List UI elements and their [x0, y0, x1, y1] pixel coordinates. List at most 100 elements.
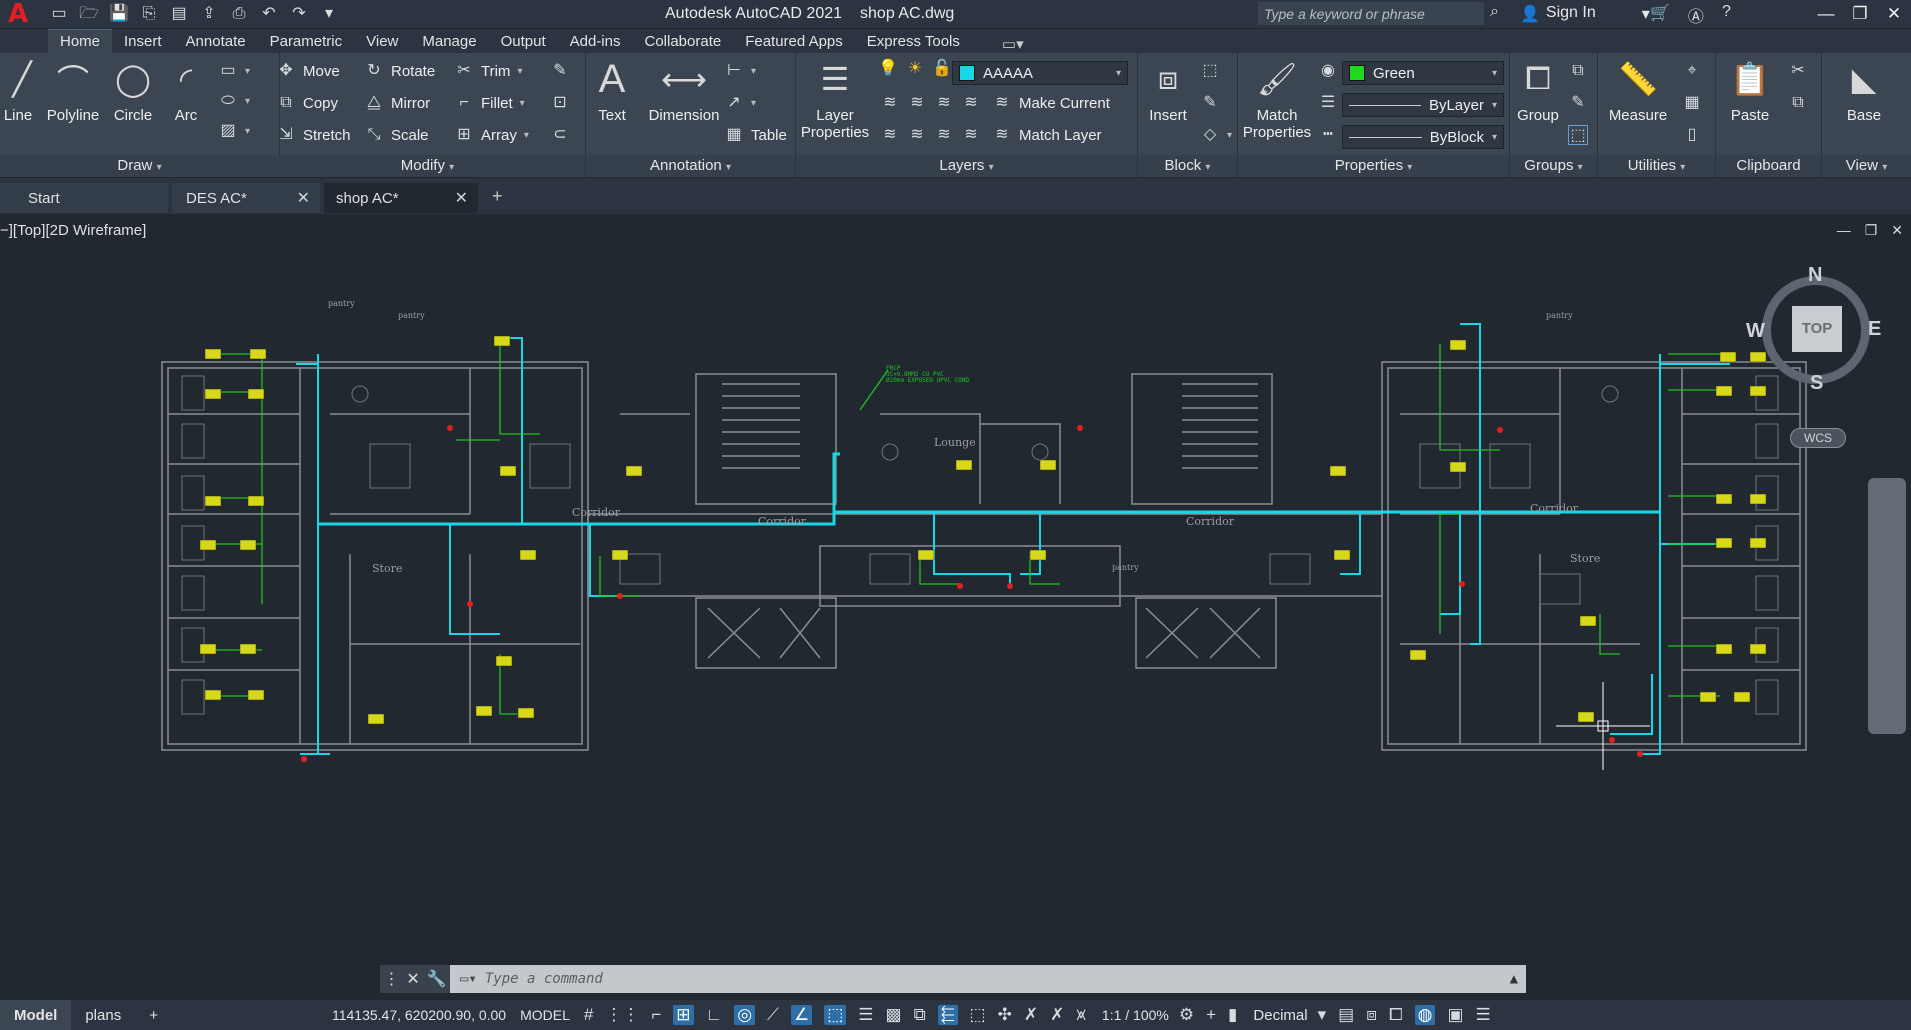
annotation-scale[interactable]: 1:1 / 100%	[1102, 1007, 1169, 1023]
calculator-button[interactable]: ▦	[1682, 93, 1702, 113]
offset-button[interactable]: ⊂	[550, 125, 570, 145]
array-button[interactable]: ⊞ Array ▾	[454, 125, 529, 145]
dimension-button[interactable]: ⟷ Dimension	[642, 57, 726, 124]
sign-in-button[interactable]: 👤 Sign In ▾	[1520, 4, 1650, 24]
leader-button[interactable]: ↗ ▾	[724, 93, 756, 113]
measure-button[interactable]: 📏 Measure	[1604, 57, 1672, 124]
tab-featured-apps[interactable]: Featured Apps	[733, 30, 855, 53]
chevron-down-icon[interactable]: ▾	[1318, 1005, 1327, 1025]
layer-freeze-icon[interactable]: ≋	[934, 93, 954, 113]
cart-icon[interactable]: 🛒	[1650, 3, 1670, 27]
graphics-performance-icon[interactable]: ◍	[1414, 1005, 1436, 1025]
quick-select-button[interactable]: ⌖	[1682, 61, 1702, 81]
ungroup-button[interactable]: ⧉	[1568, 61, 1588, 81]
customization-icon[interactable]: ☰	[1476, 1005, 1491, 1025]
grip-icon[interactable]: ⋮	[383, 969, 399, 989]
circle-button[interactable]: ◯ Circle	[108, 57, 158, 124]
units-dropdown[interactable]: Decimal	[1253, 1007, 1307, 1024]
open-web-icon[interactable]: ▤	[168, 4, 190, 24]
polar-tracking-icon[interactable]: ◎	[734, 1005, 756, 1025]
panel-label-utilities[interactable]: Utilities ▾	[1598, 155, 1715, 177]
block-attribute-button[interactable]: ◇ ▾	[1200, 125, 1232, 145]
paste-button[interactable]: 📋 Paste	[1722, 57, 1778, 124]
tab-collaborate[interactable]: Collaborate	[632, 30, 733, 53]
cut-button[interactable]: ✂	[1788, 61, 1808, 81]
edit-block-button[interactable]: ✎	[1200, 93, 1220, 113]
erase-button[interactable]: ✎	[550, 61, 570, 81]
line-button[interactable]: ╱ Line	[0, 57, 36, 124]
lineweight-dropdown[interactable]: ByBlock ▾	[1342, 125, 1504, 149]
snap-icon[interactable]: ⋮⋮	[605, 1005, 639, 1025]
dynamic-ucs-icon[interactable]: ⬚	[970, 1005, 986, 1025]
close-tab-icon[interactable]: ✕	[297, 188, 310, 208]
save-as-icon[interactable]: ⎘	[138, 4, 160, 24]
tab-view[interactable]: View	[354, 30, 410, 53]
units-icon[interactable]: ▮	[1228, 1005, 1237, 1025]
tab-output[interactable]: Output	[489, 30, 558, 53]
stretch-button[interactable]: ⇲ Stretch	[276, 125, 350, 145]
undo-icon[interactable]: ↶	[258, 4, 280, 24]
panel-label-layers[interactable]: Layers ▾	[796, 155, 1137, 177]
save-icon[interactable]: 💾	[108, 4, 130, 24]
light-bulb-icon[interactable]: 💡	[878, 59, 898, 79]
color-dropdown[interactable]: Green ▾	[1342, 61, 1504, 85]
close-viewport-icon[interactable]: ✕	[1891, 222, 1903, 239]
move-button[interactable]: ✥ Move	[276, 61, 339, 81]
plot-icon[interactable]: ⎙	[228, 4, 250, 24]
command-input[interactable]: ▭▾ Type a command ▲	[450, 965, 1526, 993]
annotation-autoscale-icon[interactable]: ✗	[1050, 1005, 1064, 1025]
close-icon[interactable]: ✕	[1877, 0, 1911, 28]
dynamic-input-icon[interactable]: ⊞	[673, 1005, 694, 1025]
text-button[interactable]: A Text	[590, 57, 634, 125]
fillet-button[interactable]: ⌐ Fillet ▾	[454, 93, 524, 113]
annotation-visibility-icon[interactable]: ✗	[1024, 1005, 1038, 1025]
layer-off-icon[interactable]: ≋	[880, 93, 900, 113]
file-tab-start[interactable]: Start	[0, 183, 168, 213]
panel-label-block[interactable]: Block ▾	[1138, 155, 1237, 177]
rotate-button[interactable]: ↻ Rotate	[364, 61, 435, 81]
minimize-viewport-icon[interactable]: —	[1837, 222, 1851, 239]
floor-plan-drawing[interactable]: Corridor Corridor Corridor Corridor Stor…	[0, 214, 1911, 964]
object-snap-icon[interactable]: ⬚	[824, 1005, 847, 1025]
lock-icon[interactable]: 🔓	[932, 59, 952, 79]
ribbon-minimize-icon[interactable]: ▭▾	[1002, 35, 1024, 53]
compass-south[interactable]: S	[1810, 372, 1823, 395]
panel-label-draw[interactable]: Draw ▾	[0, 155, 279, 177]
coordinate-readout[interactable]: 114135.47, 620200.90, 0.00	[332, 1007, 506, 1023]
base-button[interactable]: ◣ Base	[1834, 57, 1894, 124]
layer-on-icon[interactable]: ≋	[880, 125, 900, 145]
wcs-menu[interactable]: WCS	[1790, 428, 1846, 448]
id-point-button[interactable]: ▯	[1682, 125, 1702, 145]
tab-home[interactable]: Home	[48, 29, 113, 53]
panel-label-clipboard[interactable]: Clipboard	[1716, 155, 1821, 177]
layer-lock-icon[interactable]: ≋	[961, 93, 981, 113]
transparency-icon[interactable]: ▩	[886, 1005, 902, 1025]
selection-cycling-icon[interactable]: ⧉	[914, 1005, 926, 1025]
layer-dropdown[interactable]: AAAAA ▾	[952, 61, 1128, 85]
match-properties-button[interactable]: 🖌 Match Properties	[1240, 57, 1314, 141]
layout-tab-model[interactable]: Model	[0, 1000, 72, 1030]
arc-button[interactable]: ◜ Arc	[164, 57, 208, 124]
viewport-controls-label[interactable]: −][Top][2D Wireframe]	[0, 222, 146, 239]
close-tab-icon[interactable]: ✕	[455, 188, 468, 208]
drawing-viewport[interactable]: Corridor Corridor Corridor Corridor Stor…	[0, 214, 1911, 964]
panel-label-view[interactable]: View ▾	[1822, 155, 1911, 177]
sun-icon[interactable]: ☀	[905, 59, 925, 79]
close-icon[interactable]: ✕	[406, 969, 419, 989]
quick-properties-icon[interactable]: ▤	[1338, 1005, 1354, 1025]
command-prompt-icon[interactable]: ▭▾	[460, 971, 477, 987]
grid-icon[interactable]: #	[584, 1005, 593, 1025]
tab-parametric[interactable]: Parametric	[258, 30, 355, 53]
a360-icon[interactable]: Ⓐ	[1688, 3, 1704, 27]
match-layer-button[interactable]: ≋ Match Layer	[992, 125, 1101, 145]
open-file-icon[interactable]: 🗁	[78, 4, 100, 24]
new-tab-icon[interactable]: +	[492, 186, 503, 207]
command-history-icon[interactable]: ▲	[1510, 971, 1518, 987]
file-tab-shop-ac[interactable]: shop AC* ✕	[324, 183, 478, 213]
color-wheel-button[interactable]: ◉	[1318, 61, 1338, 81]
add-layout-icon[interactable]: +	[135, 1000, 172, 1030]
new-file-icon[interactable]: ▭	[48, 4, 70, 24]
compass-north[interactable]: N	[1808, 264, 1822, 287]
scale-button[interactable]: ⤡ Scale	[364, 125, 429, 145]
tab-insert[interactable]: Insert	[112, 30, 174, 53]
